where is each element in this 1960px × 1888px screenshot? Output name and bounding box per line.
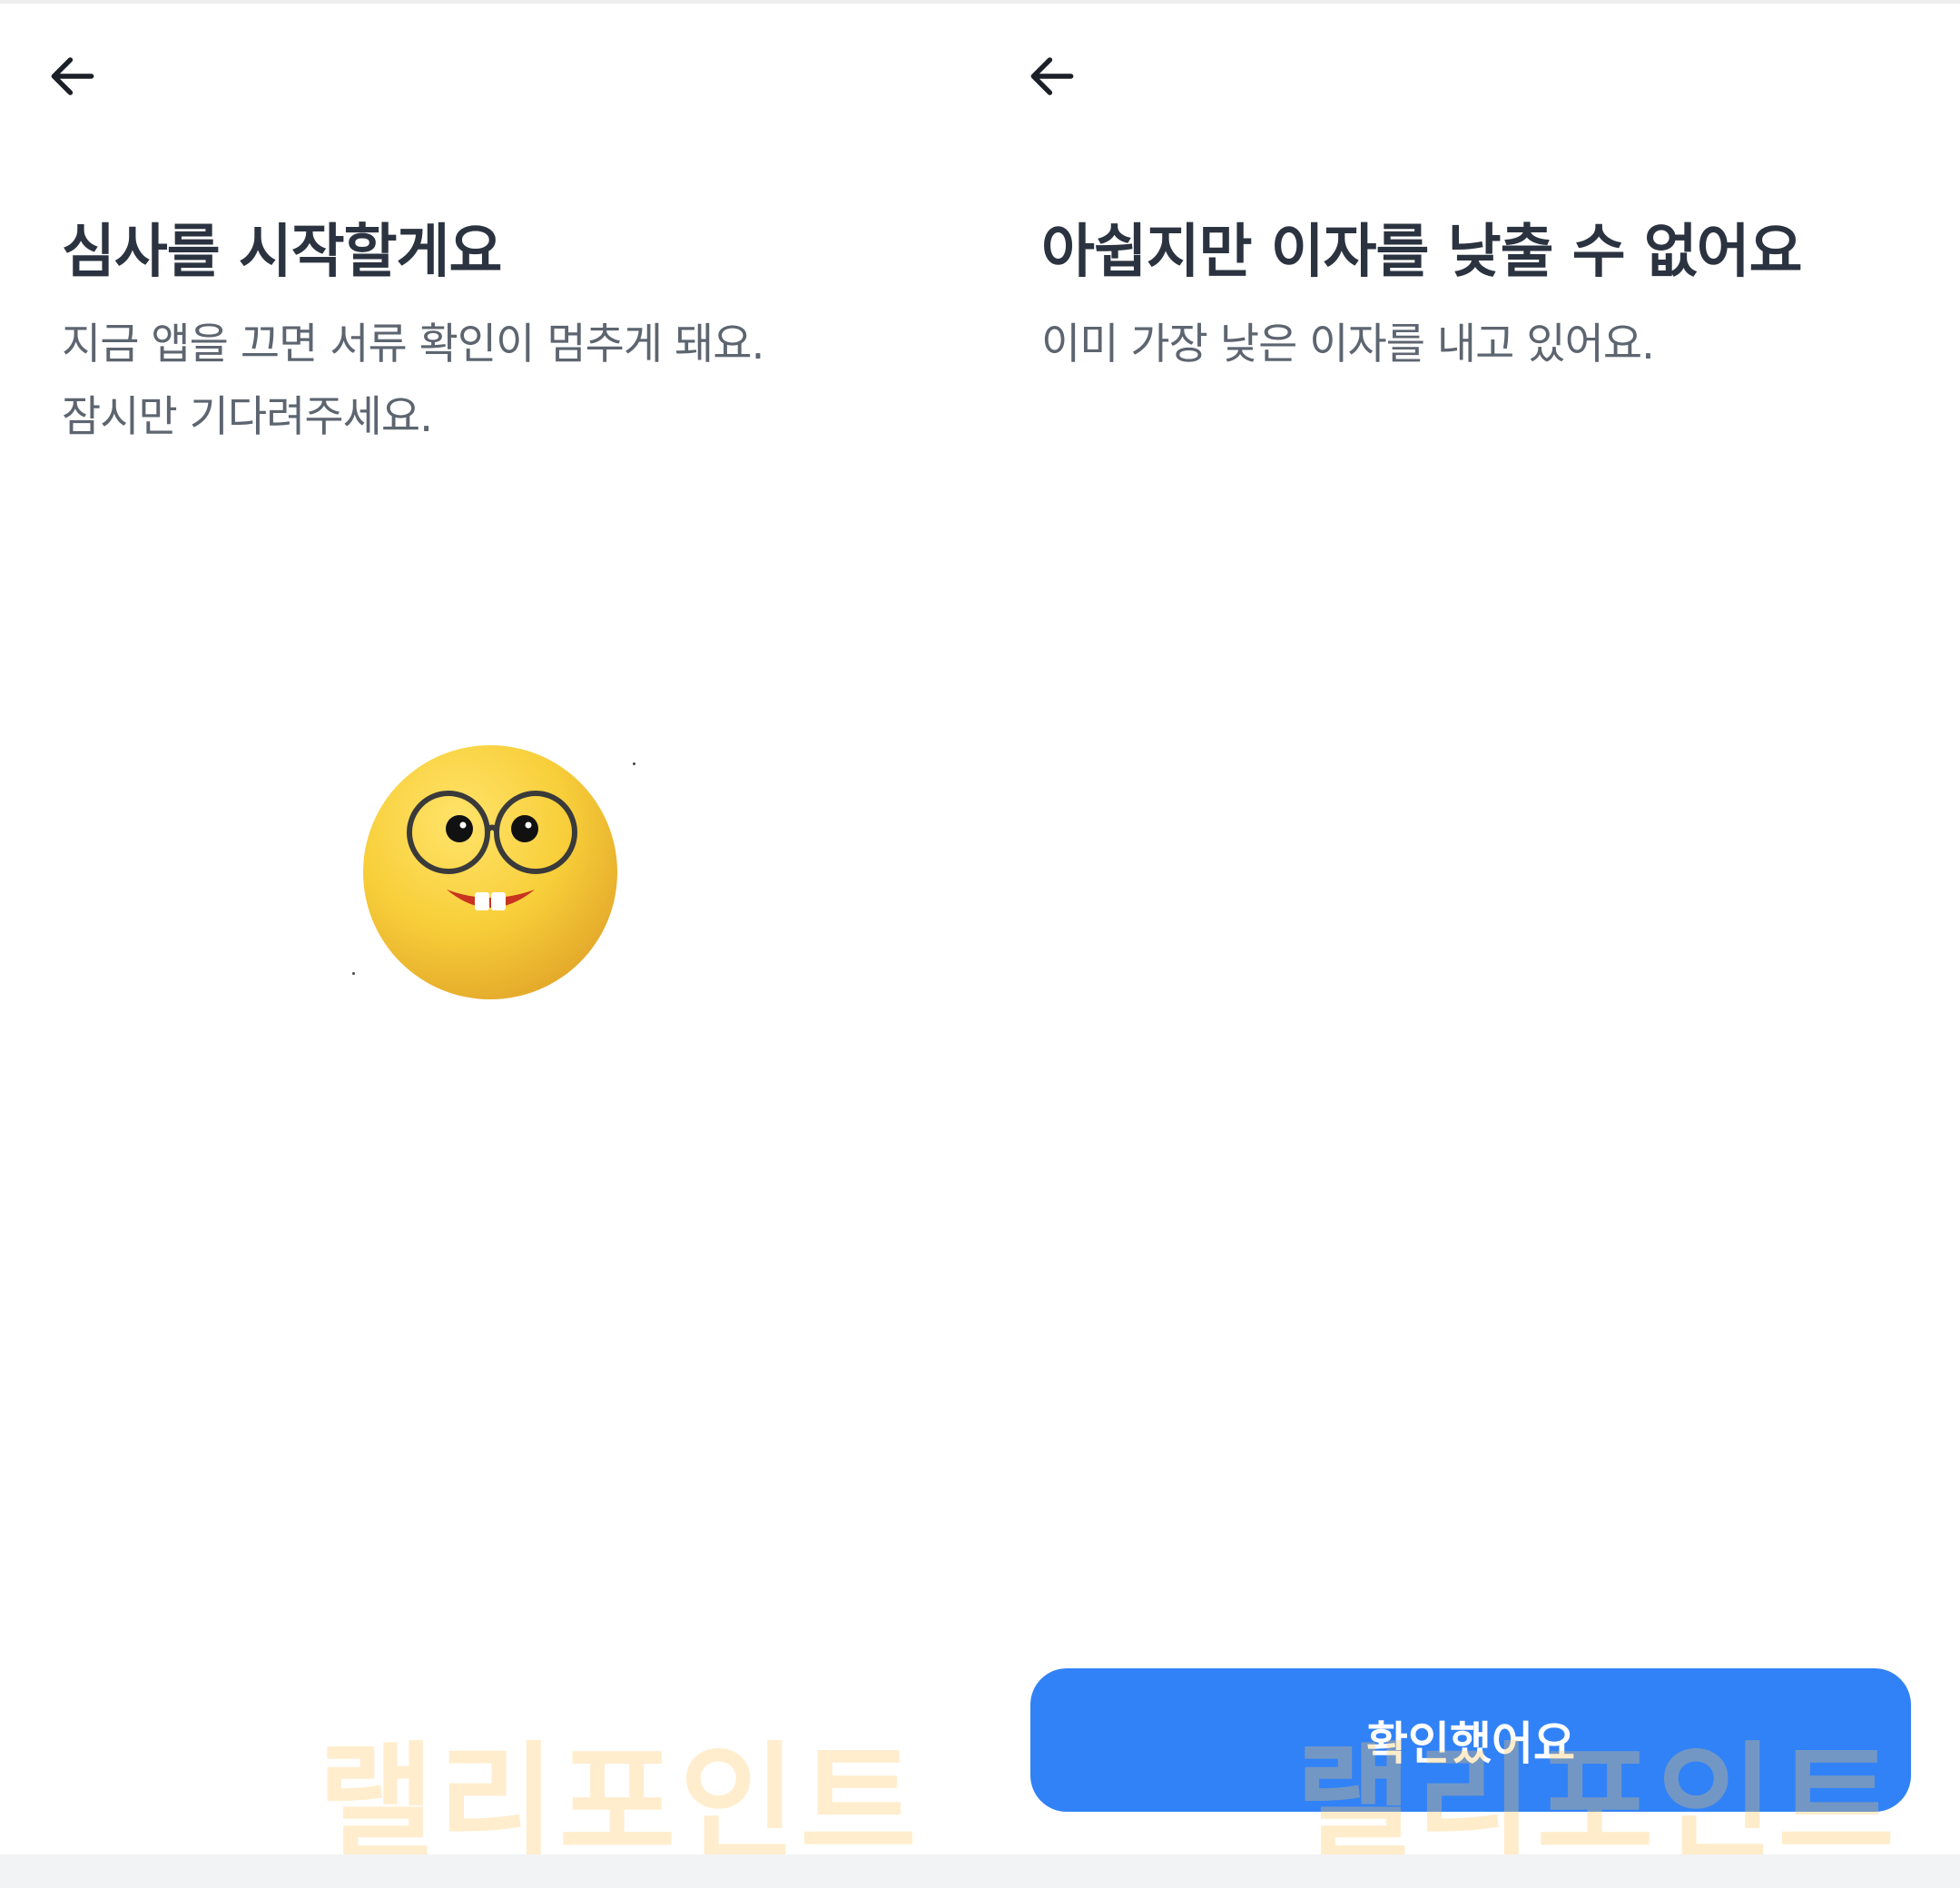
page-title: 아쉽지만 이자를 낮출 수 없어요: [1041, 219, 1803, 286]
back-button[interactable]: [42, 45, 103, 107]
confirm-button[interactable]: 확인했어요: [1030, 1668, 1911, 1812]
page-description: 이미 가장 낮은 이자를 내고 있어요.: [1041, 320, 1655, 369]
sparkle-dot: [352, 972, 355, 975]
back-button[interactable]: [1021, 45, 1083, 107]
page-description: 지금 앱을 끄면 서류 확인이 멈추게 돼요. 잠시만 기다려주세요.: [62, 309, 764, 454]
arrow-left-icon: [1030, 57, 1074, 95]
page-title: 심사를 시작할게요: [62, 219, 502, 286]
interest-result-screen: 아쉽지만 이자를 낮출 수 없어요 이미 가장 낮은 이자를 내고 있어요. 확…: [980, 4, 1960, 1878]
description-line-2: 잠시만 기다려주세요.: [62, 392, 433, 442]
review-start-screen: 심사를 시작할게요 지금 앱을 끄면 서류 확인이 멈추게 돼요. 잠시만 기다…: [0, 4, 980, 1878]
description-line-1: 지금 앱을 끄면 서류 확인이 멈추게 돼요.: [62, 320, 764, 369]
nerd-face-emoji-icon: [362, 744, 618, 1000]
bottom-bar: [0, 1854, 1960, 1888]
sparkle-dot: [633, 762, 635, 765]
arrow-left-icon: [51, 57, 94, 95]
